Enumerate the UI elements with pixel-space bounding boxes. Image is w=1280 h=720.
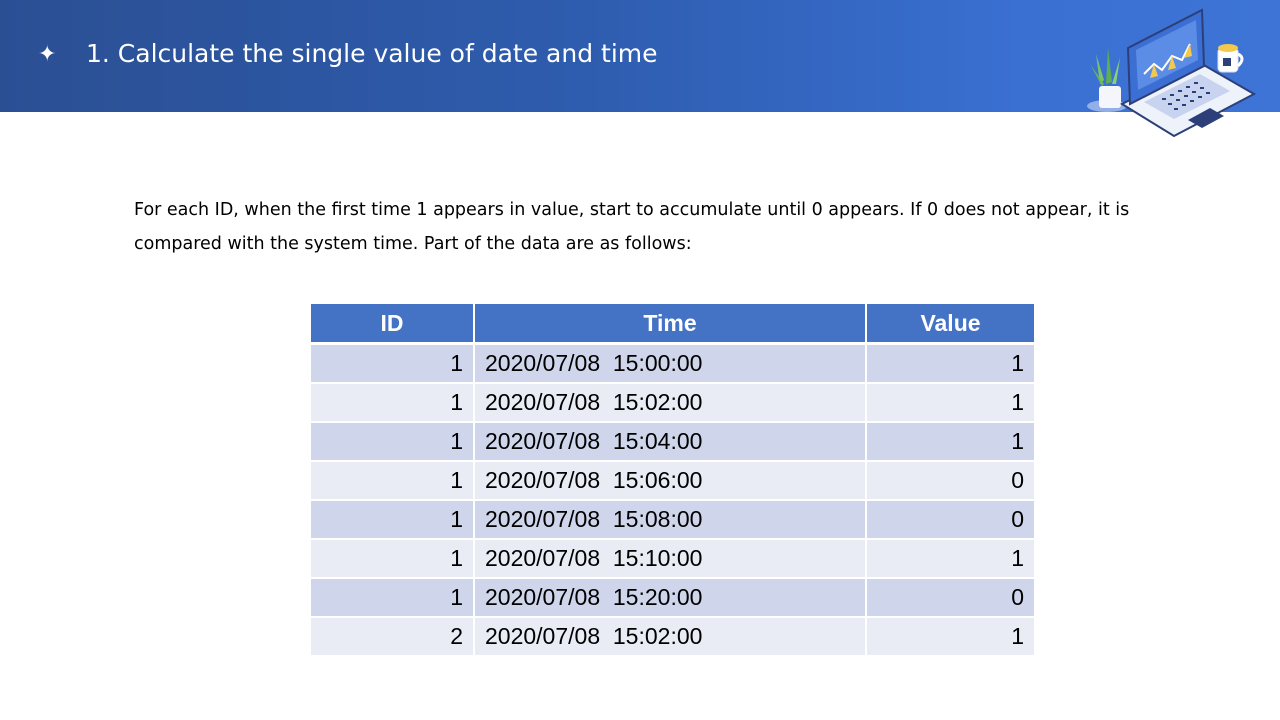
- table-row: 1 2020/07/08 15:08:00 0: [311, 500, 1034, 540]
- slide-title: 1. Calculate the single value of date an…: [86, 39, 658, 68]
- cell-id: 2: [311, 617, 475, 657]
- table-header-row: ID Time Value: [311, 304, 1034, 345]
- cell-id: 1: [311, 539, 475, 579]
- table-row: 1 2020/07/08 15:10:00 1: [311, 539, 1034, 579]
- cell-time: 2020/07/08 15:08:00: [474, 500, 867, 540]
- table-row: 1 2020/07/08 15:02:00 1: [311, 383, 1034, 423]
- column-header-id: ID: [311, 304, 475, 345]
- cell-value: 0: [866, 500, 1034, 540]
- column-header-time: Time: [474, 304, 867, 345]
- table-row: 1 2020/07/08 15:00:00 1: [311, 343, 1034, 384]
- cell-time: 2020/07/08 15:02:00: [474, 617, 867, 657]
- table-row: 1 2020/07/08 15:20:00 0: [311, 578, 1034, 618]
- laptop-illustration-icon: [1087, 8, 1257, 138]
- cell-value: 1: [866, 422, 1034, 462]
- cell-value: 0: [866, 578, 1034, 618]
- cell-value: 1: [866, 343, 1034, 384]
- cell-id: 1: [311, 422, 475, 462]
- slide-header: ✦ 1. Calculate the single value of date …: [0, 0, 1280, 138]
- table-row: 1 2020/07/08 15:06:00 0: [311, 461, 1034, 501]
- cell-id: 1: [311, 500, 475, 540]
- data-table: ID Time Value 1 2020/07/08 15:00:00 1 1 …: [311, 304, 1034, 657]
- table-row: 1 2020/07/08 15:04:00 1: [311, 422, 1034, 462]
- cell-time: 2020/07/08 15:06:00: [474, 461, 867, 501]
- four-point-star-icon: ✦: [38, 42, 57, 67]
- cell-id: 1: [311, 461, 475, 501]
- cell-id: 1: [311, 343, 475, 384]
- cell-time: 2020/07/08 15:00:00: [474, 343, 867, 384]
- cell-value: 0: [866, 461, 1034, 501]
- cell-time: 2020/07/08 15:02:00: [474, 383, 867, 423]
- cell-time: 2020/07/08 15:20:00: [474, 578, 867, 618]
- cell-value: 1: [866, 617, 1034, 657]
- cell-id: 1: [311, 383, 475, 423]
- cell-time: 2020/07/08 15:10:00: [474, 539, 867, 579]
- cell-time: 2020/07/08 15:04:00: [474, 422, 867, 462]
- cell-value: 1: [866, 539, 1034, 579]
- cell-value: 1: [866, 383, 1034, 423]
- description-paragraph: For each ID, when the first time 1 appea…: [134, 200, 1130, 254]
- cell-id: 1: [311, 578, 475, 618]
- column-header-value: Value: [866, 304, 1034, 345]
- table-row: 2 2020/07/08 15:02:00 1: [311, 617, 1034, 657]
